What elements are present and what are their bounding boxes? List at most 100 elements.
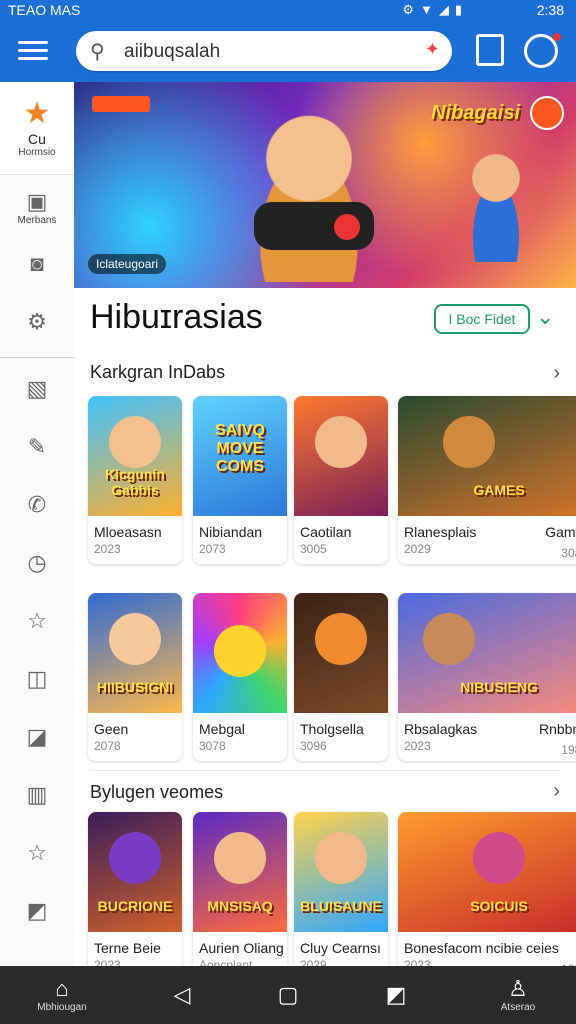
chevron-down-icon[interactable]: ⌄ bbox=[536, 304, 554, 330]
game-name: Mloeasasn bbox=[94, 524, 162, 540]
chevron-right-icon[interactable]: › bbox=[553, 362, 560, 385]
game-thumbnail bbox=[294, 396, 388, 516]
sidebar-item-star2[interactable]: ☆ bbox=[0, 826, 74, 884]
star-icon: ★ bbox=[23, 97, 51, 130]
game-thumbnail: BLUISAUNE bbox=[294, 812, 388, 932]
sidebar-item-edit[interactable]: ✎ bbox=[0, 420, 74, 478]
bookmark-icon[interactable] bbox=[476, 34, 504, 66]
pin-icon[interactable]: ✦ bbox=[425, 39, 440, 60]
game-thumbnail bbox=[193, 593, 287, 713]
search-icon: ⚲ bbox=[90, 41, 105, 63]
game-card[interactable]: SAIVQ MOVE COMS Nibiandan 2073 bbox=[193, 396, 287, 564]
game-year-secondary: 30an bbox=[561, 546, 576, 560]
game-thumbnail bbox=[294, 593, 388, 713]
sidebar-item-home[interactable]: ★ Cu Hormsio bbox=[0, 82, 74, 175]
edit-icon: ✎ bbox=[27, 434, 47, 459]
game-card-wide[interactable]: GAMES Rlanesplais 2029 Gamar 30an bbox=[398, 396, 576, 564]
sidebar-item-bag[interactable]: ◫ bbox=[0, 652, 74, 710]
nav-gallery[interactable]: ◩ bbox=[374, 966, 418, 1024]
main-content: Hibuɪrasias I Boc Fidet ⌄ Karkgran InDab… bbox=[74, 288, 576, 980]
status-bar: TEAO MAS ⚙▼◢▮ 2:38 bbox=[0, 0, 576, 20]
filter-pill[interactable]: I Boc Fidet bbox=[434, 304, 530, 334]
smiley-icon bbox=[214, 625, 266, 677]
gear-icon: ⚙ bbox=[27, 309, 47, 334]
status-icons: ⚙▼◢▮ bbox=[402, 2, 468, 17]
menu-button[interactable] bbox=[18, 38, 48, 64]
chevron-right-icon[interactable]: › bbox=[553, 780, 560, 803]
character-art bbox=[315, 832, 367, 884]
game-controller-icon bbox=[254, 202, 374, 250]
game-card[interactable]: Kicgunin Gabbis Mloeasasn 2023 bbox=[88, 396, 182, 564]
sidebar-home-label: Hormsio bbox=[18, 147, 56, 158]
square-icon: ▢ bbox=[277, 982, 299, 1007]
thumbnail-text: Kicgunin Gabbis bbox=[105, 466, 165, 498]
bag-icon: ◫ bbox=[26, 666, 48, 691]
box-icon: ▣ bbox=[26, 189, 48, 214]
game-card[interactable]: Caotilan 3005 bbox=[294, 396, 388, 564]
sidebar-item-photo[interactable]: ◩ bbox=[0, 884, 74, 942]
game-card[interactable]: Tholgsella 3096 bbox=[294, 593, 388, 761]
game-year: 3096 bbox=[300, 739, 327, 753]
hero-banner[interactable]: Nibagaisi Iclateugoari bbox=[74, 82, 576, 288]
game-name-secondary: Gamar bbox=[545, 524, 576, 540]
sidebar-item-settings[interactable]: ⚙ bbox=[0, 295, 74, 353]
sidebar-item-image[interactable]: ▧ bbox=[0, 362, 74, 420]
search-bar[interactable]: ⚲ ✦ bbox=[76, 31, 452, 71]
game-year: 2029 bbox=[404, 542, 431, 556]
game-card[interactable]: BLUISAUNE Cluy Cearnsı 2029 bbox=[294, 812, 388, 980]
person-icon: ♙ bbox=[508, 976, 528, 1001]
nav-profile[interactable]: ♙ Atserao bbox=[478, 966, 558, 1024]
search-input[interactable] bbox=[122, 37, 406, 67]
game-name: Tholgsella bbox=[300, 721, 364, 737]
game-card[interactable]: MNSISAQ Aurien Oliang Aoncplant bbox=[193, 812, 287, 980]
game-card[interactable]: Mebgal 3078 bbox=[193, 593, 287, 761]
sidebar-item-clock[interactable]: ◷ bbox=[0, 536, 74, 594]
banner-character-2 bbox=[456, 142, 536, 262]
game-card-wide[interactable]: SOICUIS Bonesfacom ncibie ceies 2023 199… bbox=[398, 812, 576, 980]
game-name-secondary: Rnbbne bbox=[538, 721, 576, 737]
grid-icon: ▥ bbox=[26, 782, 48, 807]
sidebar-item-phone[interactable]: ✆ bbox=[0, 478, 74, 536]
gallery-icon: ◩ bbox=[385, 982, 407, 1007]
game-card-wide[interactable]: NIBUSIENG Rbsalagkas 2023 Rnbbne 1986 bbox=[398, 593, 576, 761]
game-thumbnail: NIBUSIENG bbox=[398, 593, 576, 713]
sidebar-top-label: Cu bbox=[28, 131, 46, 147]
thumbnail-text: HIIBUSIGNI bbox=[96, 679, 174, 695]
sidebar-item-merbans[interactable]: ▣ Merbans bbox=[0, 175, 74, 237]
phone-icon: ✆ bbox=[27, 492, 47, 517]
notification-dot bbox=[553, 33, 561, 41]
game-thumbnail: SOICUIS bbox=[398, 812, 576, 932]
game-name: Bonesfacom ncibie ceies bbox=[404, 940, 559, 956]
character-art bbox=[109, 832, 161, 884]
game-name: Mebgal bbox=[199, 721, 245, 737]
game-thumbnail: HIIBUSIGNI bbox=[88, 593, 182, 713]
image-icon: ▧ bbox=[26, 376, 48, 401]
home-icon: ⌂ bbox=[55, 976, 69, 1001]
character-art bbox=[442, 416, 495, 468]
thumbnail-text: SAIVQ MOVE COMS bbox=[215, 422, 265, 475]
game-card[interactable]: BUCRIONE Terne Beie 2023 bbox=[88, 812, 182, 980]
game-card[interactable]: HIIBUSIGNI Geen 2078 bbox=[88, 593, 182, 761]
character-art bbox=[109, 416, 161, 468]
game-name: Nibiandan bbox=[199, 524, 263, 540]
nav-back[interactable]: ◁ bbox=[160, 966, 204, 1024]
thumbnail-text: SOICUIS bbox=[470, 898, 528, 914]
sidebar-item-chart[interactable]: ◪ bbox=[0, 710, 74, 768]
banner-character bbox=[224, 92, 394, 282]
section-title: Karkgran InDabs bbox=[90, 362, 226, 382]
sidebar: ★ Cu Hormsio ▣ Merbans ◙ ⚙ ▧ ✎ ✆ ◷ ☆ ◫ ◪… bbox=[0, 82, 75, 966]
nav-home-button[interactable]: ▢ bbox=[266, 966, 310, 1024]
nav-home[interactable]: ⌂ Mbhiougan bbox=[22, 966, 102, 1024]
game-thumbnail: GAMES bbox=[398, 396, 576, 516]
game-year: 2073 bbox=[199, 542, 226, 556]
status-time: 2:38 bbox=[536, 2, 564, 18]
game-name: Geen bbox=[94, 721, 129, 737]
game-name: Aurien Oliang bbox=[199, 940, 284, 956]
profile-icon[interactable] bbox=[524, 33, 561, 68]
sidebar-item-grid[interactable]: ▥ bbox=[0, 768, 74, 826]
nav-profile-label: Atserao bbox=[500, 1002, 536, 1013]
nav-home-label: Mbhiougan bbox=[37, 1002, 87, 1013]
sidebar-item-camera[interactable]: ◙ bbox=[0, 237, 74, 295]
game-name: Cluy Cearnsı bbox=[300, 940, 381, 956]
sidebar-item-favorites[interactable]: ☆ bbox=[0, 594, 74, 652]
